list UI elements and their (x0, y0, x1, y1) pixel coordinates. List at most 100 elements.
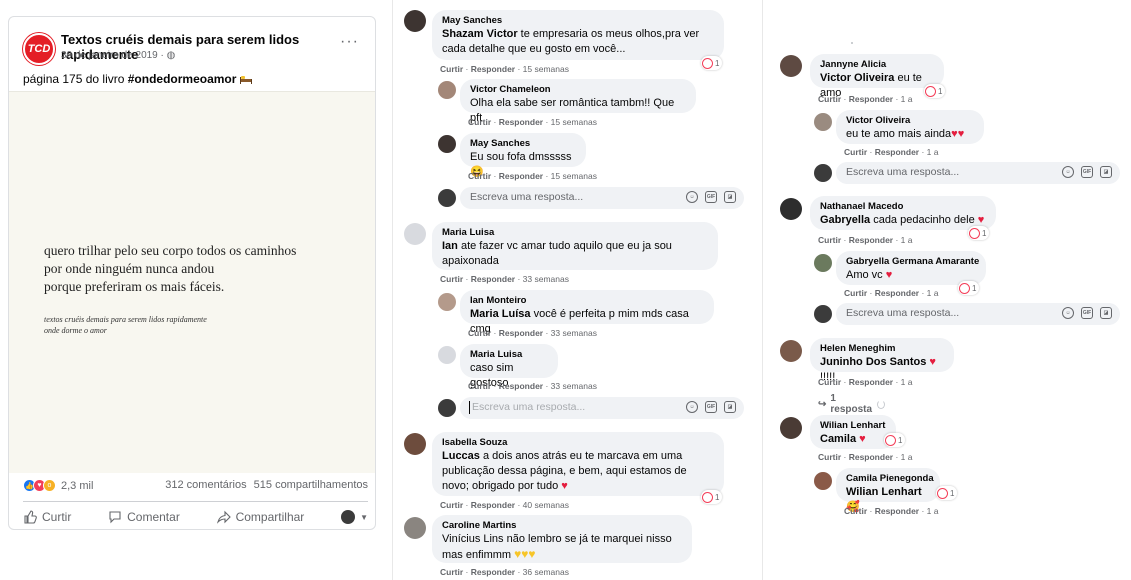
comment-author[interactable]: Victor Chameleon (470, 84, 686, 96)
comment-reaction-badge[interactable]: 1 (701, 56, 723, 70)
reply-link[interactable]: Responder (499, 381, 543, 391)
reply-link[interactable]: Responder (875, 506, 919, 516)
reply-link[interactable]: Responder (849, 452, 893, 462)
commenter-avatar[interactable] (780, 340, 802, 362)
commenter-avatar[interactable] (780, 417, 802, 439)
like-link[interactable]: Curtir (818, 235, 841, 245)
commenter-avatar[interactable] (814, 254, 832, 272)
like-link[interactable]: Curtir (440, 64, 463, 74)
emoji-icon[interactable]: ☺ (1062, 166, 1074, 178)
comment-reaction-badge[interactable]: 1 (701, 490, 723, 504)
view-replies-button[interactable]: ↪ 1 resposta (818, 393, 886, 415)
post-image[interactable]: quero trilhar pelo seu corpo todos os ca… (9, 91, 375, 473)
commenter-avatar[interactable] (438, 135, 456, 153)
comment-time[interactable]: 15 semanas (551, 171, 597, 181)
like-link[interactable]: Curtir (844, 288, 867, 298)
like-link[interactable]: Curtir (818, 452, 841, 462)
like-link[interactable]: Curtir (844, 147, 867, 157)
comment-time[interactable]: 15 semanas (551, 117, 597, 127)
comment-time[interactable]: 1 a (901, 452, 913, 462)
comment-time[interactable]: 1 a (901, 377, 913, 387)
commenter-avatar[interactable] (438, 346, 456, 364)
page-logo[interactable]: TCD (23, 33, 55, 65)
comment-reaction-badge[interactable]: 1 (968, 226, 990, 240)
mention-link[interactable]: Gabryella (820, 214, 870, 226)
comment-author[interactable]: Maria Luisa (442, 227, 708, 239)
gif-icon[interactable]: GIF (1081, 307, 1093, 319)
reply-link[interactable]: Responder (499, 117, 543, 127)
mention-link[interactable]: Victor Oliveira (820, 72, 894, 84)
comment-author[interactable]: May Sanches (442, 15, 714, 27)
comment-time[interactable]: 40 semanas (523, 500, 569, 510)
reply-link[interactable]: Responder (499, 328, 543, 338)
comment-time[interactable]: 33 semanas (551, 328, 597, 338)
comment-time[interactable]: 1 a (901, 94, 913, 104)
comment-reaction-badge[interactable]: 1 (936, 486, 958, 500)
commenter-avatar[interactable] (438, 293, 456, 311)
comment-author[interactable]: May Sanches (470, 138, 576, 150)
emoji-icon[interactable]: ☺ (1062, 307, 1074, 319)
commenter-avatar[interactable] (404, 433, 426, 455)
comment-time[interactable]: 1 a (927, 506, 939, 516)
comment-time[interactable]: 15 semanas (523, 64, 569, 74)
reply-link[interactable]: Responder (875, 147, 919, 157)
share-button[interactable]: Compartilhar (216, 510, 304, 524)
reply-link[interactable]: Responder (471, 567, 515, 577)
mention-link[interactable]: Juninho Dos Santos (820, 356, 926, 368)
comment-time[interactable]: 1 a (901, 235, 913, 245)
comment-author[interactable]: Isabella Souza (442, 437, 714, 449)
comment-reaction-badge[interactable]: 1 (924, 84, 946, 98)
commenter-avatar[interactable] (404, 223, 426, 245)
reply-link[interactable]: Responder (499, 171, 543, 181)
mention-link[interactable]: Wilian Lenhart (846, 486, 922, 498)
reply-input[interactable]: Escreva uma resposta... ☺ GIF ◪ (836, 162, 1120, 184)
like-link[interactable]: Curtir (440, 274, 463, 284)
like-link[interactable]: Curtir (440, 567, 463, 577)
comment-author[interactable]: Maria Luisa (470, 349, 548, 361)
commenter-avatar[interactable] (814, 113, 832, 131)
shares-count-link[interactable]: 515 compartilhamentos (254, 479, 368, 491)
reply-link[interactable]: Responder (471, 500, 515, 510)
like-link[interactable]: Curtir (818, 377, 841, 387)
hashtag-link[interactable]: #ondedormeoamor (128, 72, 237, 86)
post-date[interactable]: 30 de janeiro de 2019 · ◍ (61, 50, 175, 61)
like-link[interactable]: Curtir (440, 500, 463, 510)
reply-input[interactable]: Escreva uma resposta... ☺ GIF ◪ (836, 303, 1120, 325)
react-as-selector[interactable]: ▼ (341, 510, 368, 524)
reply-input-focused[interactable]: Escreva uma resposta... ☺ GIF ◪ (460, 397, 744, 419)
like-link[interactable]: Curtir (468, 328, 491, 338)
comment-author[interactable]: Ian Monteiro (470, 295, 704, 307)
like-link[interactable]: Curtir (818, 94, 841, 104)
reply-link[interactable]: Responder (849, 235, 893, 245)
gif-icon[interactable]: GIF (705, 191, 717, 203)
gif-icon[interactable]: GIF (1081, 166, 1093, 178)
comment-author[interactable]: Gabryella Germana Amarante (846, 256, 979, 268)
emoji-icon[interactable]: ☺ (686, 191, 698, 203)
comment-time[interactable]: 33 semanas (523, 274, 569, 284)
emoji-icon[interactable]: ☺ (686, 401, 698, 413)
comment-time[interactable]: 1 a (927, 147, 939, 157)
comment-reaction-badge[interactable]: 1 (884, 433, 906, 447)
sticker-icon[interactable]: ◪ (1100, 307, 1112, 319)
more-options-button[interactable]: ··· (340, 33, 359, 51)
sticker-icon[interactable]: ◪ (1100, 166, 1112, 178)
like-link[interactable]: Curtir (468, 171, 491, 181)
comment-author[interactable]: Caroline Martins (442, 520, 682, 532)
comment-time[interactable]: 36 semanas (523, 567, 569, 577)
reply-input[interactable]: Escreva uma resposta... ☺ GIF ◪ (460, 187, 744, 209)
reply-link[interactable]: Responder (849, 377, 893, 387)
commenter-avatar[interactable] (438, 81, 456, 99)
commenter-avatar[interactable] (404, 10, 426, 32)
comment-author[interactable]: Wilian Lenhart (820, 420, 886, 432)
comments-count-link[interactable]: 312 comentários (165, 479, 246, 491)
comment-author[interactable]: Helen Meneghim (820, 343, 944, 355)
sticker-icon[interactable]: ◪ (724, 191, 736, 203)
mention-link[interactable]: Maria Luísa (470, 308, 531, 320)
commenter-avatar[interactable] (780, 198, 802, 220)
gif-icon[interactable]: GIF (705, 401, 717, 413)
reply-link[interactable]: Responder (471, 274, 515, 284)
commenter-avatar[interactable] (814, 472, 832, 490)
mention-link[interactable]: Luccas (442, 450, 480, 462)
reply-link[interactable]: Responder (875, 288, 919, 298)
commenter-avatar[interactable] (404, 517, 426, 539)
